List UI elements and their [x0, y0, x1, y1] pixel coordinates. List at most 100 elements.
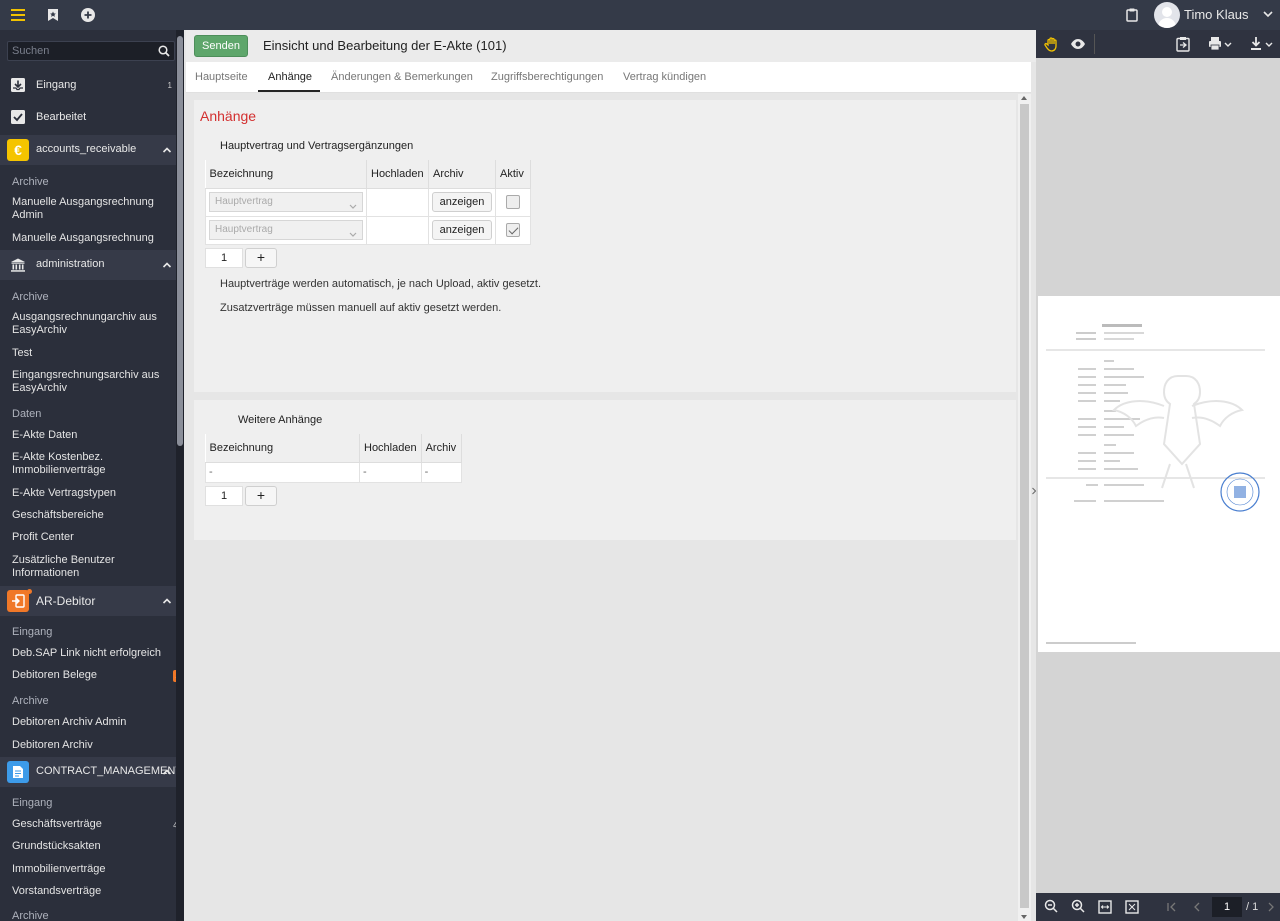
sidebar-group-contract-management[interactable]: CONTRACT_MANAGEMENT — [0, 757, 182, 787]
chevron-up-icon[interactable] — [162, 767, 172, 777]
add-row-button[interactable]: + — [245, 486, 277, 506]
first-page-icon[interactable] — [1166, 899, 1178, 915]
table-cell: - — [205, 461, 360, 483]
sidebar-link[interactable]: Eingangsrechnungsarchiv aus EasyArchiv — [12, 369, 162, 395]
tab-hauptseite[interactable]: Hauptseite — [195, 71, 248, 83]
active-checkbox[interactable] — [506, 195, 520, 209]
sidebar-link[interactable]: Immobilienverträge — [12, 863, 162, 876]
bezeichnung-select[interactable]: Hauptvertrag — [209, 220, 363, 240]
main-contracts-panel: Anhänge Hauptvertrag und Vertragsergänzu… — [194, 100, 1016, 392]
table-cell — [495, 215, 531, 245]
sidebar-link[interactable]: Debitoren Archiv — [12, 739, 162, 752]
tab-anhaenge[interactable]: Anhänge — [268, 71, 312, 83]
main-area: Senden Einsicht und Bearbeitung der E-Ak… — [186, 30, 1036, 921]
active-checkbox[interactable] — [506, 223, 520, 237]
subsection-title: Weitere Anhänge — [238, 414, 323, 426]
sidebar-link[interactable]: Deb.SAP Link nicht erfolgreich — [12, 647, 162, 660]
avatar[interactable] — [1154, 2, 1180, 28]
table-cell[interactable]: - — [359, 461, 422, 483]
upload-cell[interactable] — [366, 187, 429, 217]
table-row: Hauptvertrag anzeigen — [205, 215, 531, 245]
sidebar-link[interactable]: E-Akte Daten — [12, 429, 162, 442]
sidebar-link[interactable]: Profit Center — [12, 531, 162, 544]
scroll-up-arrow[interactable] — [1021, 96, 1027, 100]
table-cell: Hauptvertrag — [205, 187, 367, 217]
clipboard-icon[interactable] — [1124, 5, 1140, 25]
sidebar-link[interactable]: Manuelle Ausgangsrechnung — [12, 232, 162, 245]
sidebar-group-accounts-receivable[interactable]: € accounts_receivable — [0, 135, 176, 165]
add-circle-icon[interactable] — [80, 5, 96, 25]
other-attachments-panel: Weitere Anhänge Bezeichnung Hochladen Ar… — [194, 400, 1016, 540]
send-button[interactable]: Senden — [194, 35, 248, 57]
scrollbar-thumb[interactable] — [177, 36, 183, 446]
chevron-up-icon[interactable] — [162, 145, 172, 155]
search-icon[interactable] — [158, 45, 170, 57]
chevron-up-icon[interactable] — [162, 596, 172, 606]
show-archive-button[interactable]: anzeigen — [432, 192, 492, 212]
sidebar-group-ar-debitor[interactable]: AR-Debitor — [0, 586, 176, 616]
scrollbar-thumb[interactable] — [1020, 104, 1029, 908]
tab-zugriffsberechtigungen[interactable]: Zugriffsberechtigungen — [491, 71, 603, 83]
bezeichnung-select[interactable]: Hauptvertrag — [209, 192, 363, 212]
section-label: Archive — [12, 910, 49, 921]
info-text: Hauptverträge werden automatisch, je nac… — [220, 278, 542, 290]
next-page-icon[interactable] — [1266, 899, 1276, 915]
sidebar-link[interactable]: E-Akte Kostenbez. Immobilienverträge — [12, 451, 162, 477]
eye-icon[interactable] — [1070, 36, 1086, 52]
sidebar-link[interactable]: Test — [12, 347, 162, 360]
section-label: Eingang — [12, 626, 53, 638]
chevron-down-icon[interactable] — [1262, 8, 1274, 20]
bank-icon — [7, 254, 29, 276]
upload-cell[interactable] — [366, 215, 429, 245]
zoom-out-icon[interactable] — [1044, 899, 1058, 915]
sidebar-item-bearbeitet[interactable]: Bearbeitet — [0, 104, 176, 130]
document-preview[interactable] — [1038, 296, 1280, 652]
sidebar-link[interactable]: Grundstücksakten — [12, 840, 162, 853]
page-total: / 1 — [1246, 901, 1259, 913]
sidebar-link[interactable]: Debitoren Archiv Admin — [12, 716, 162, 729]
menu-icon[interactable] — [10, 5, 26, 25]
main-contracts-table: Bezeichnung Hochladen Archiv Aktiv Haupt… — [205, 160, 531, 245]
page-number-input[interactable]: 1 — [1212, 897, 1242, 917]
hand-tool-icon[interactable] — [1044, 36, 1060, 52]
chevron-up-icon[interactable] — [162, 260, 172, 270]
table-header: Bezeichnung Hochladen Archiv Aktiv — [205, 160, 531, 189]
table-cell: Hauptvertrag — [205, 215, 367, 245]
sidebar-link[interactable]: E-Akte Vertragstypen — [12, 487, 162, 500]
viewer-toolbar — [1036, 30, 1280, 58]
row-count-input[interactable]: 1 — [205, 486, 243, 506]
sidebar-group-administration[interactable]: administration — [0, 250, 176, 280]
sidebar-scrollbar[interactable] — [176, 30, 184, 921]
fit-width-icon[interactable] — [1098, 899, 1112, 915]
clipboard-check-icon[interactable] — [1176, 36, 1190, 52]
add-row-button[interactable]: + — [245, 248, 277, 268]
euro-icon: € — [7, 139, 29, 161]
row-count-input[interactable]: 1 — [205, 248, 243, 268]
sidebar: Eingang 1 Bearbeitet € accounts_receivab… — [0, 30, 184, 921]
username[interactable]: Timo Klaus — [1184, 7, 1249, 22]
previous-page-icon[interactable] — [1192, 899, 1202, 915]
search-input[interactable] — [12, 44, 152, 58]
column-header: Hochladen — [359, 434, 422, 463]
sidebar-link[interactable]: Geschäftsverträge — [12, 818, 162, 831]
sidebar-link[interactable]: Manuelle Ausgangsrechnung Admin — [12, 196, 162, 222]
zoom-in-icon[interactable] — [1071, 899, 1085, 915]
tab-vertrag-kuendigen[interactable]: Vertrag kündigen — [623, 71, 706, 83]
scroll-down-arrow[interactable] — [1021, 915, 1027, 919]
bookmark-icon[interactable] — [46, 5, 60, 25]
download-icon[interactable] — [1250, 36, 1276, 52]
show-archive-button[interactable]: anzeigen — [432, 220, 492, 240]
column-header: Hochladen — [366, 160, 429, 189]
sidebar-link[interactable]: Debitoren Belege — [12, 669, 162, 682]
tab-aenderungen-bemerkungen[interactable]: Änderungen & Bemerkungen — [331, 71, 473, 83]
viewer-footer: 1 / 1 — [1036, 893, 1280, 921]
sidebar-link[interactable]: Zusätzliche Benutzer Informationen — [12, 554, 162, 580]
section-label: Daten — [12, 408, 42, 420]
content-scrollbar[interactable] — [1018, 94, 1031, 921]
sidebar-item-eingang[interactable]: Eingang 1 — [0, 72, 176, 98]
sidebar-link[interactable]: Vorstandsverträge — [12, 885, 162, 898]
sidebar-link[interactable]: Ausgangsrechnungarchiv aus EasyArchiv — [12, 311, 162, 337]
sidebar-link[interactable]: Geschäftsbereiche — [12, 509, 162, 522]
print-icon[interactable] — [1208, 36, 1234, 52]
fit-page-icon[interactable] — [1125, 899, 1139, 915]
